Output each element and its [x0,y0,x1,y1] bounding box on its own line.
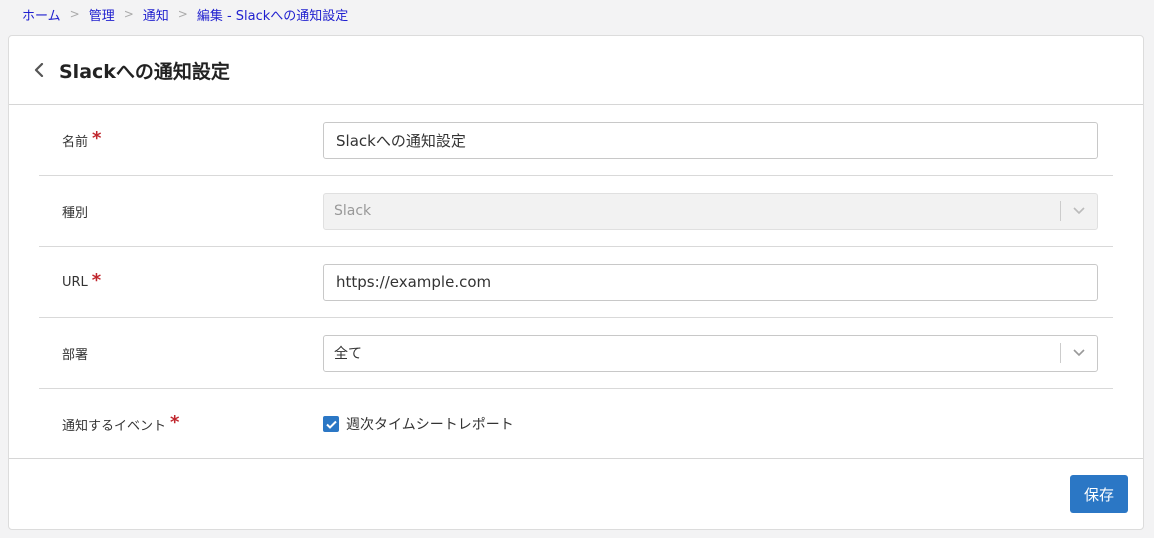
url-label-text: URL [62,274,88,290]
breadcrumb-current[interactable]: 編集 - Slackへの通知設定 [197,5,348,24]
chevron-down-icon[interactable] [1061,349,1097,357]
url-label: URL * [39,270,323,291]
department-label-text: 部署 [62,347,89,363]
events-label-text: 通知するイベント [62,418,167,434]
breadcrumb-admin[interactable]: 管理 [89,5,115,24]
page-title: Slackへの通知設定 [59,60,230,83]
name-label: 名前 * [39,127,323,150]
required-mark: * [170,411,180,433]
breadcrumb: ホーム > 管理 > 通知 > 編集 - Slackへの通知設定 [22,4,348,24]
chevron-down-icon [1061,207,1097,215]
settings-form: 名前 * Slackへの通知設定 種別 Slack URL * https://… [9,105,1143,459]
form-row-name: 名前 * Slackへの通知設定 [39,105,1113,176]
breadcrumb-separator: > [123,7,134,21]
breadcrumb-separator: > [69,7,80,21]
required-mark: * [92,127,102,149]
breadcrumb-separator: > [177,7,188,21]
type-select-value: Slack [334,203,372,219]
breadcrumb-notifications[interactable]: 通知 [143,5,169,24]
department-select[interactable]: 全て [323,334,1098,372]
card-footer: 保存 [9,458,1143,529]
form-row-events: 通知するイベント * 週次タイムシートレポート [39,389,1113,459]
required-mark: * [91,269,102,291]
form-row-type: 種別 Slack [39,176,1113,247]
chevron-left-icon[interactable] [31,62,47,78]
card-header: Slackへの通知設定 [9,36,1143,105]
weekly-report-label: 週次タイムシートレポート [346,417,514,433]
save-button[interactable]: 保存 [1070,475,1128,513]
form-row-url: URL * https://example.com [39,247,1113,318]
events-label: 通知するイベント * [39,411,323,434]
settings-card: Slackへの通知設定 名前 * Slackへの通知設定 種別 Slack UR… [8,35,1144,530]
department-label: 部署 [39,344,323,363]
url-input[interactable]: https://example.com [323,263,1098,301]
department-select-value: 全て [334,346,362,362]
type-label: 種別 [39,202,323,221]
breadcrumb-home[interactable]: ホーム [22,5,61,24]
form-row-department: 部署 全て [39,318,1113,389]
name-label-text: 名前 [62,134,89,150]
weekly-report-option[interactable]: 週次タイムシートレポート [323,414,1098,434]
weekly-report-checkbox[interactable] [323,416,339,432]
type-label-text: 種別 [62,205,89,221]
type-select: Slack [323,192,1098,230]
name-input[interactable]: Slackへの通知設定 [323,121,1098,159]
